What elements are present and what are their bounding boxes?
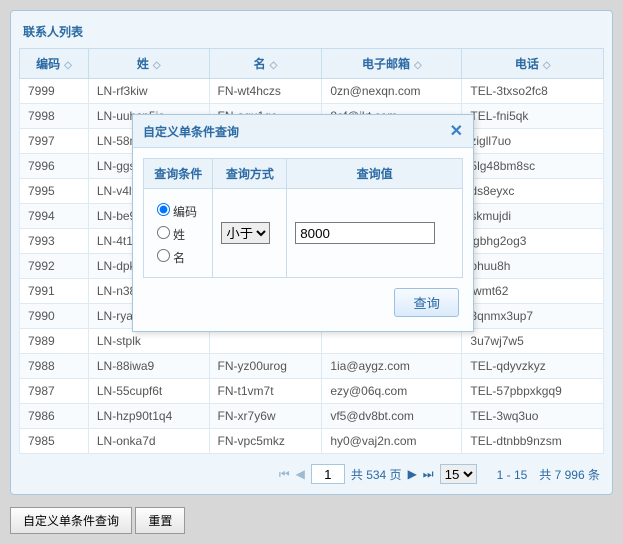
cell-code: 7998: [20, 104, 89, 129]
cell-last: LN-onka7d: [88, 429, 209, 454]
table-row[interactable]: 7986LN-hzp90t1q4FN-xr7y6wvf5@dv8bt.comTE…: [20, 404, 604, 429]
sort-icon: ◇: [153, 60, 161, 71]
cell-code: 7989: [20, 329, 89, 354]
cell-last: LN-88iwa9: [88, 354, 209, 379]
cell-email: 0zn@nexqn.com: [322, 79, 462, 104]
cell-code: 7992: [20, 254, 89, 279]
pager-summary: 1 - 15 共 7 996 条: [497, 466, 600, 483]
cell-code: 7999: [20, 79, 89, 104]
cell-tel: TEL-fni5qk: [462, 104, 604, 129]
cell-tel: 3u7wj7w5: [462, 329, 604, 354]
cell-tel: jgbhg2og3: [462, 229, 604, 254]
cell-first: FN-wt4hczs: [209, 79, 322, 104]
cell-email: 1ia@aygz.com: [322, 354, 462, 379]
cell-first: FN-yz00urog: [209, 354, 322, 379]
cell-tel: 3qnmx3up7: [462, 304, 604, 329]
col-email[interactable]: 电子邮箱◇: [322, 49, 462, 79]
close-icon[interactable]: ✕: [450, 121, 463, 141]
table-row[interactable]: 7985LN-onka7dFN-vpc5mkzhy0@vaj2n.comTEL-…: [20, 429, 604, 454]
radio-first[interactable]: 名: [152, 246, 204, 266]
cell-first: FN-vpc5mkz: [209, 429, 322, 454]
cell-code: 7988: [20, 354, 89, 379]
cell-tel: 5lg48bm8sc: [462, 154, 604, 179]
col-first[interactable]: 名◇: [209, 49, 322, 79]
cell-code: 7995: [20, 179, 89, 204]
table-row[interactable]: 7987LN-55cupf6tFN-t1vm7tezy@06q.comTEL-5…: [20, 379, 604, 404]
cell-tel: TEL-dtnbb9nzsm: [462, 429, 604, 454]
pager-last-icon[interactable]: ⏭: [423, 467, 434, 482]
table-row[interactable]: 7999LN-rf3kiwFN-wt4hczs0zn@nexqn.comTEL-…: [20, 79, 604, 104]
query-submit-button[interactable]: 查询: [394, 288, 459, 317]
cell-tel: zigll7uo: [462, 129, 604, 154]
cell-code: 7996: [20, 154, 89, 179]
cell-last: LN-55cupf6t: [88, 379, 209, 404]
query-dialog: 自定义单条件查询 ✕ 查询条件 查询方式 查询值 编码 姓 名 小于 查询: [132, 114, 474, 332]
cell-code: 7985: [20, 429, 89, 454]
cell-code: 7997: [20, 129, 89, 154]
operator-select[interactable]: 小于: [221, 222, 270, 244]
col-tel[interactable]: 电话◇: [462, 49, 604, 79]
cell-tel: TEL-qdyvzkyz: [462, 354, 604, 379]
dialog-header-value: 查询值: [287, 159, 463, 189]
col-last[interactable]: 姓◇: [88, 49, 209, 79]
sort-icon: ◇: [270, 60, 278, 71]
cell-email: hy0@vaj2n.com: [322, 429, 462, 454]
cell-code: 7994: [20, 204, 89, 229]
cell-tel: TEL-3wq3uo: [462, 404, 604, 429]
cell-tel: TEL-57pbpxkgq9: [462, 379, 604, 404]
pager: ⏮ ◀ 共 534 页 ▶ ⏭ 15 1 - 15 共 7 996 条: [19, 454, 604, 486]
per-page-select[interactable]: 15: [440, 464, 477, 484]
cell-tel: ohuu8h: [462, 254, 604, 279]
radio-code[interactable]: 编码: [152, 200, 204, 220]
col-code[interactable]: 编码◇: [20, 49, 89, 79]
cell-tel: ds8eyxc: [462, 179, 604, 204]
cell-email: vf5@dv8bt.com: [322, 404, 462, 429]
cell-tel: iwmt62: [462, 279, 604, 304]
cell-last: LN-rf3kiw: [88, 79, 209, 104]
sort-icon: ◇: [414, 60, 422, 71]
sort-icon: ◇: [64, 60, 72, 71]
table-row[interactable]: 7989LN-stplk 3u7wj7w5: [20, 329, 604, 354]
sort-icon: ◇: [543, 60, 551, 71]
cell-last: LN-hzp90t1q4: [88, 404, 209, 429]
value-input[interactable]: [295, 222, 435, 244]
dialog-title: 自定义单条件查询: [143, 123, 239, 140]
pages-text: 共 534 页: [351, 466, 402, 483]
table-row[interactable]: 7988LN-88iwa9FN-yz00urog1ia@aygz.comTEL-…: [20, 354, 604, 379]
cell-first: FN-xr7y6w: [209, 404, 322, 429]
pager-next-icon[interactable]: ▶: [408, 467, 417, 481]
reset-button[interactable]: 重置: [135, 507, 185, 534]
dialog-header-method: 查询方式: [213, 159, 287, 189]
pager-prev-icon[interactable]: ◀: [296, 467, 305, 481]
cell-email: ezy@06q.com: [322, 379, 462, 404]
cell-tel: TEL-3txso2fc8: [462, 79, 604, 104]
cell-first: FN-t1vm7t: [209, 379, 322, 404]
cell-last: LN-stplk: [88, 329, 209, 354]
panel-title: 联系人列表: [19, 19, 604, 48]
cell-code: 7987: [20, 379, 89, 404]
cell-code: 7986: [20, 404, 89, 429]
cell-code: 7990: [20, 304, 89, 329]
custom-query-button[interactable]: 自定义单条件查询: [10, 507, 132, 534]
page-input[interactable]: [311, 464, 345, 484]
dialog-header-cond: 查询条件: [144, 159, 213, 189]
cell-tel: skmujdi: [462, 204, 604, 229]
cell-email: [322, 329, 462, 354]
pager-first-icon[interactable]: ⏮: [279, 467, 290, 482]
cell-code: 7991: [20, 279, 89, 304]
cell-code: 7993: [20, 229, 89, 254]
cell-first: [209, 329, 322, 354]
radio-last[interactable]: 姓: [152, 223, 204, 243]
